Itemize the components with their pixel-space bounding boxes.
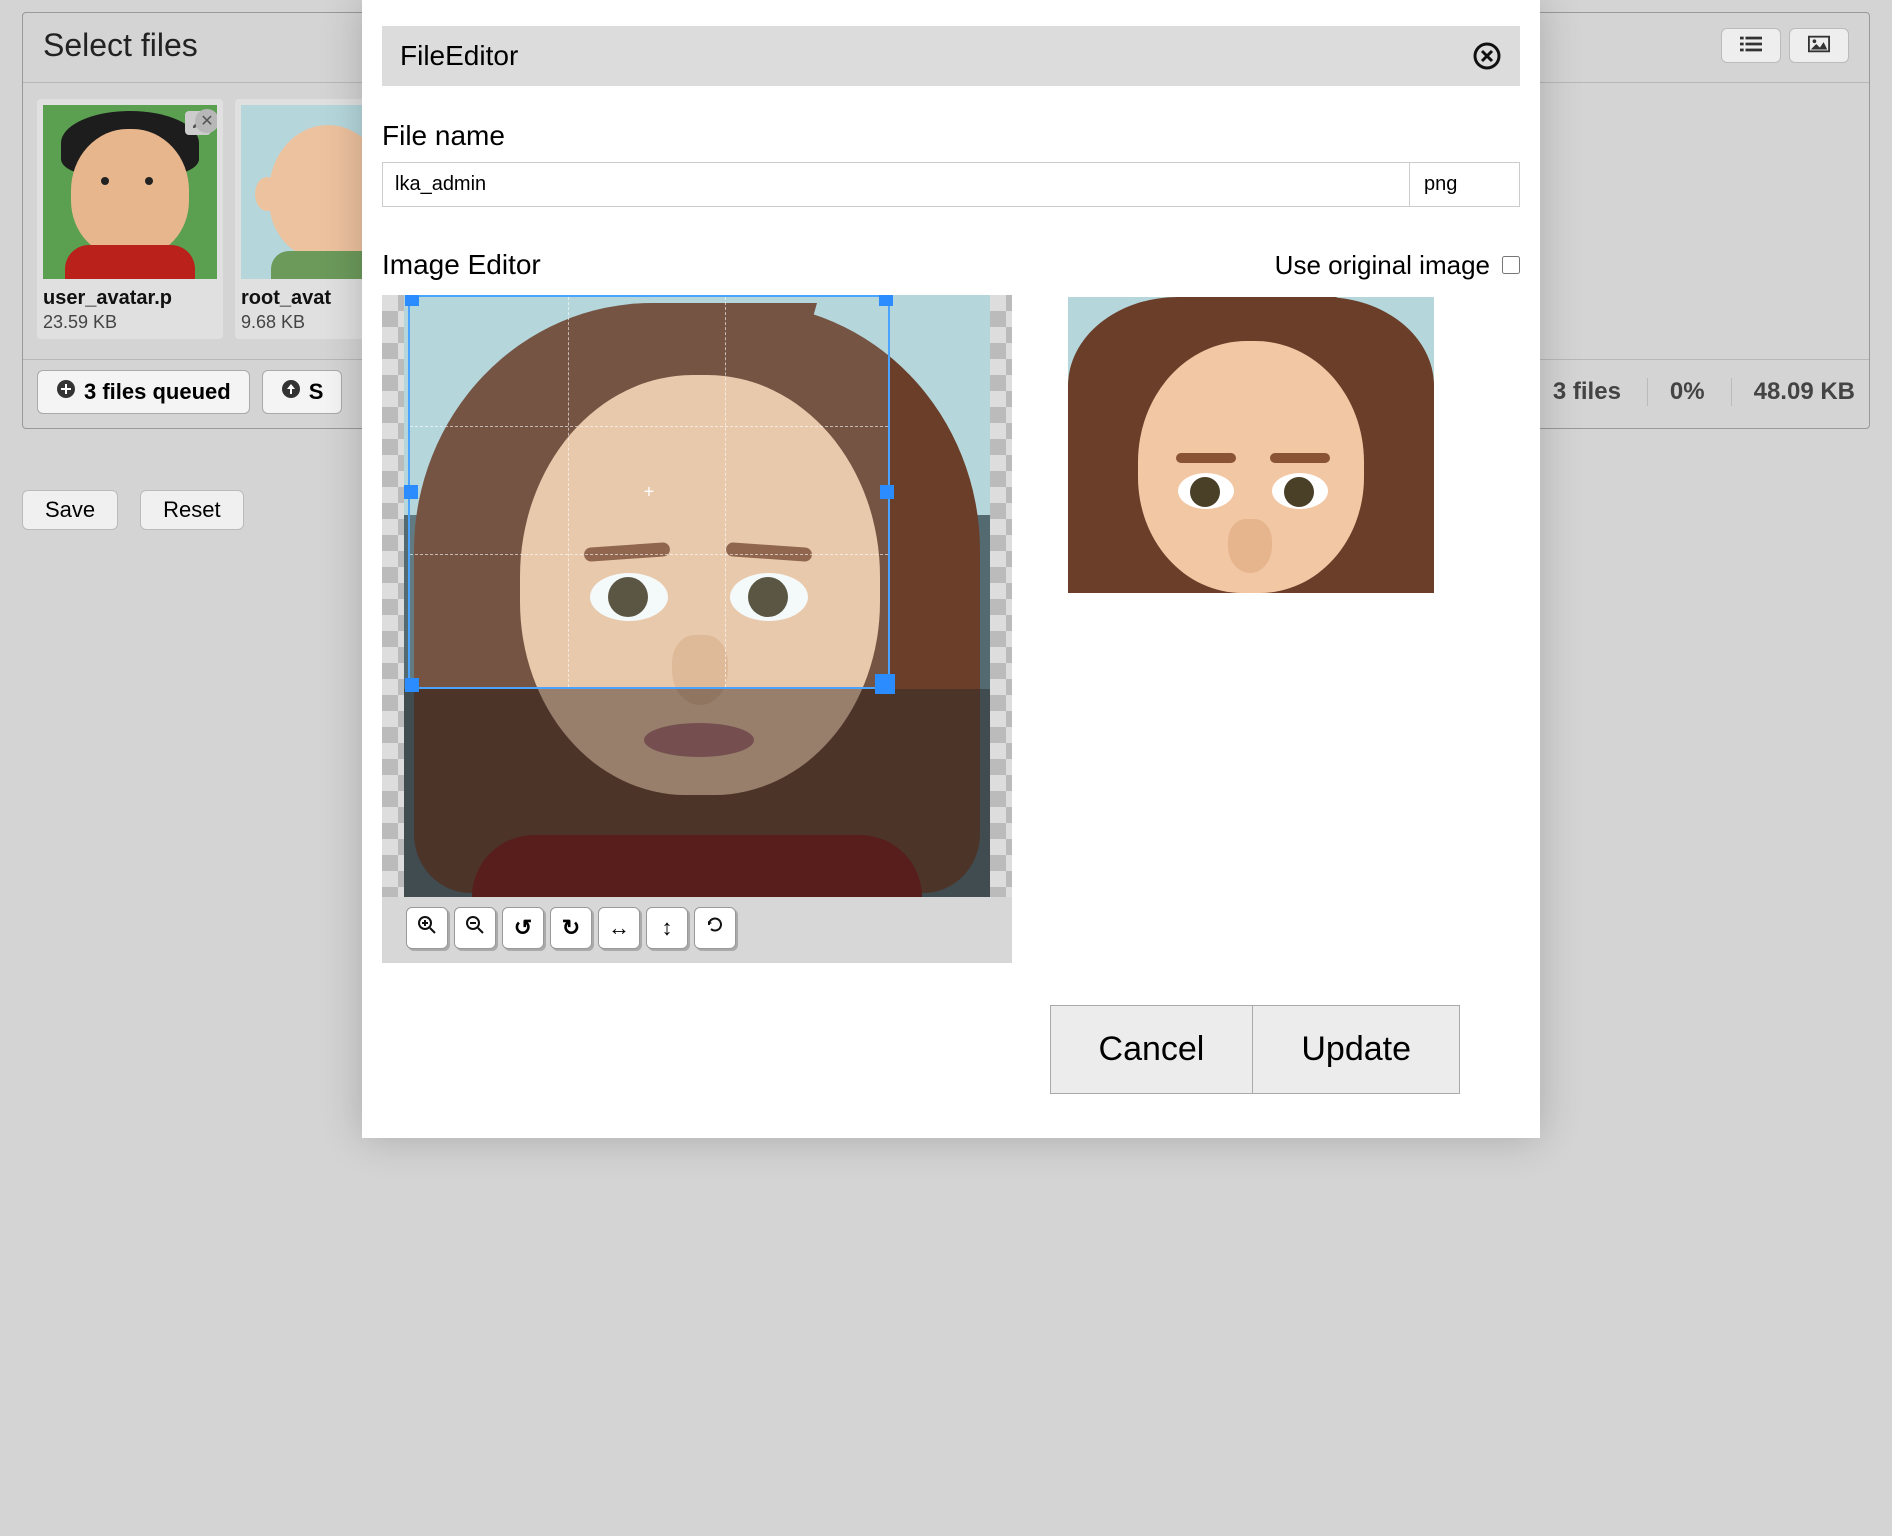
crosshair-icon: + — [644, 482, 655, 503]
crop-handle[interactable] — [405, 678, 419, 692]
status-percent: 0% — [1647, 378, 1705, 406]
start-label: S — [309, 379, 324, 405]
panel-title: Select files — [43, 27, 198, 64]
close-icon[interactable] — [1472, 41, 1502, 71]
status-summary: 3 files 0% 48.09 KB — [1553, 378, 1855, 406]
rotate-right-icon: ↻ — [562, 915, 580, 941]
crop-handle[interactable] — [405, 295, 419, 306]
queued-pill[interactable]: 3 files queued — [37, 370, 250, 414]
zoom-in-icon — [417, 915, 437, 941]
remove-icon[interactable]: ✕ — [195, 109, 217, 133]
crop-panel: + ↺ ↻ ↔ ↕ — [382, 295, 1012, 963]
crop-mask — [404, 689, 990, 897]
flip-vertical-icon: ↕ — [662, 915, 673, 941]
zoom-out-icon — [465, 915, 485, 941]
flip-horizontal-icon: ↔ — [608, 915, 630, 941]
image-editor-label: Image Editor — [382, 249, 541, 281]
image-icon — [1808, 35, 1830, 56]
file-thumb[interactable]: ✕ user_avatar.p 23.59 KB — [37, 99, 223, 339]
file-editor-modal: FileEditor File name png Image Editor Us… — [362, 0, 1540, 1138]
upload-icon — [281, 379, 301, 405]
flip-vertical-button[interactable]: ↕ — [646, 907, 688, 949]
zoom-in-button[interactable] — [406, 907, 448, 949]
reset-crop-button[interactable] — [694, 907, 736, 949]
rotate-left-button[interactable]: ↺ — [502, 907, 544, 949]
crop-canvas[interactable]: + — [382, 295, 1012, 897]
filename-input[interactable] — [382, 162, 1410, 207]
status-total: 48.09 KB — [1731, 378, 1855, 406]
update-button[interactable]: Update — [1253, 1005, 1460, 1094]
refresh-icon — [705, 915, 725, 941]
rotate-right-button[interactable]: ↻ — [550, 907, 592, 949]
flip-horizontal-button[interactable]: ↔ — [598, 907, 640, 949]
crop-preview — [1068, 297, 1434, 593]
thumb-image: ✕ — [43, 105, 217, 279]
rotate-left-icon: ↺ — [514, 915, 532, 941]
zoom-out-button[interactable] — [454, 907, 496, 949]
cancel-button[interactable]: Cancel — [1050, 1005, 1254, 1094]
use-original-checkbox[interactable] — [1502, 256, 1520, 274]
thumb-filename: user_avatar.p — [43, 287, 217, 310]
view-list-button[interactable] — [1721, 28, 1781, 63]
crop-selection[interactable]: + — [408, 295, 890, 689]
use-original-toggle[interactable]: Use original image — [1275, 250, 1520, 281]
crop-handle[interactable] — [404, 485, 418, 499]
status-files: 3 files — [1553, 378, 1621, 406]
crop-handle[interactable] — [875, 674, 895, 694]
list-icon — [1740, 35, 1762, 56]
queued-label: 3 files queued — [84, 379, 231, 405]
plus-circle-icon — [56, 379, 76, 405]
start-pill[interactable]: S — [262, 370, 343, 414]
thumb-filesize: 23.59 KB — [43, 312, 217, 333]
use-original-label: Use original image — [1275, 250, 1490, 281]
save-button[interactable]: Save — [22, 490, 118, 530]
file-extension: png — [1410, 162, 1520, 207]
crop-handle[interactable] — [880, 485, 894, 499]
modal-title: FileEditor — [400, 40, 518, 72]
reset-button[interactable]: Reset — [140, 490, 243, 530]
filename-label: File name — [382, 120, 1520, 152]
view-grid-button[interactable] — [1789, 28, 1849, 63]
crop-handle[interactable] — [879, 295, 893, 306]
